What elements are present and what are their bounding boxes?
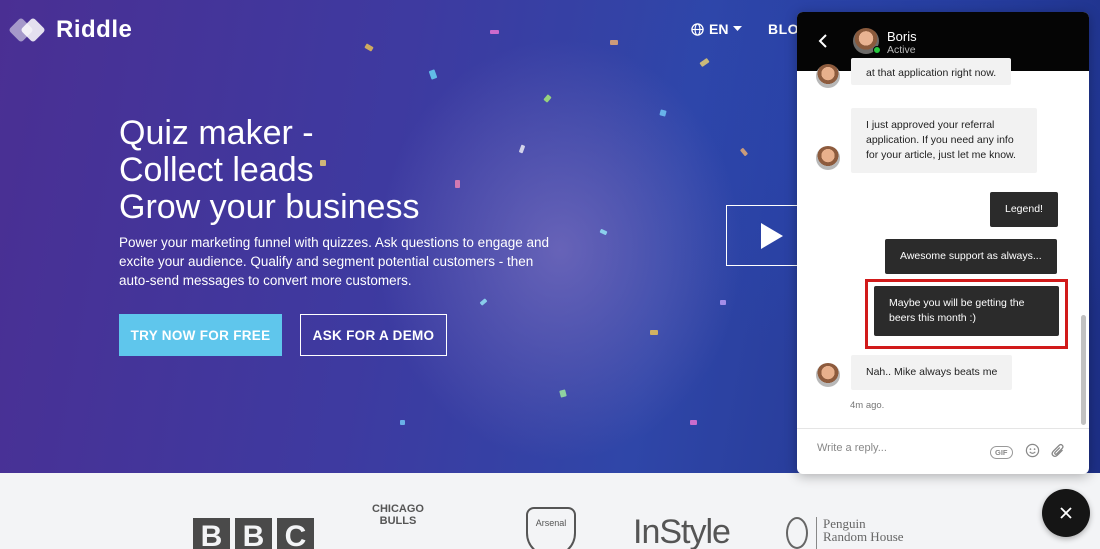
agent-message: at that application right now.: [851, 58, 1012, 85]
instyle-logo: InStyle: [633, 513, 731, 549]
active-status-dot: [873, 46, 881, 54]
composer-divider: [797, 428, 1089, 429]
penguin-icon: [786, 517, 808, 549]
confetti: [543, 94, 552, 103]
riddle-logo[interactable]: Riddle: [8, 16, 133, 44]
confetti: [490, 30, 499, 34]
client-logos-bar: B B C CHICAGO BULLS Arsenal InStyle Peng…: [0, 473, 1100, 549]
confetti: [559, 389, 567, 398]
agent-name: Boris: [887, 29, 917, 44]
bbc-letter: B: [235, 518, 272, 549]
user-message-highlighted: Maybe you will be getting the beers this…: [874, 286, 1059, 336]
bbc-logo: B B C: [193, 518, 314, 549]
emoji-icon[interactable]: [1025, 443, 1040, 458]
bulls-text: CHICAGO: [372, 503, 424, 515]
confetti: [659, 109, 667, 117]
hero-subtext: Power your marketing funnel with quizzes…: [119, 235, 550, 288]
close-chat-button[interactable]: [1042, 489, 1090, 537]
penguin-text-line: Random House: [823, 529, 904, 544]
chicago-bulls-logo: CHICAGO BULLS: [372, 503, 424, 527]
message-timestamp: 4m ago.: [850, 400, 885, 411]
confetti: [690, 420, 697, 425]
try-now-button[interactable]: TRY NOW FOR FREE: [119, 314, 282, 356]
confetti: [650, 330, 658, 335]
agent-message: I just approved your referral applicatio…: [851, 108, 1037, 173]
chat-scrollbar-thumb[interactable]: [1081, 315, 1086, 425]
ask-for-demo-button[interactable]: ASK FOR A DEMO: [300, 314, 447, 356]
arsenal-logo: Arsenal: [526, 507, 576, 549]
close-icon: [1060, 507, 1072, 519]
attachment-icon[interactable]: [1051, 443, 1065, 459]
agent-message-avatar: [816, 363, 840, 387]
agent-message-avatar: [816, 64, 840, 88]
gif-button[interactable]: GIF: [990, 446, 1013, 459]
confetti: [720, 300, 726, 305]
reply-input[interactable]: [817, 442, 977, 454]
confetti: [518, 144, 526, 154]
confetti: [599, 228, 608, 236]
agent-message: Nah.. Mike always beats me: [851, 355, 1013, 390]
agent-message-avatar: [816, 146, 840, 170]
play-icon: [761, 222, 783, 249]
confetti: [479, 298, 488, 306]
back-arrow-icon[interactable]: [818, 34, 827, 48]
confetti: [364, 43, 374, 52]
headline-line: Grow your business: [119, 188, 420, 226]
language-label: EN: [709, 21, 729, 37]
bbc-letter: B: [193, 518, 230, 549]
confetti: [400, 420, 405, 425]
user-message: Awesome support as always...: [885, 239, 1057, 274]
riddle-logo-icon: [8, 17, 48, 43]
chat-widget: Boris Active at that application right n…: [797, 12, 1089, 474]
bulls-text: BULLS: [379, 515, 417, 527]
confetti: [699, 57, 710, 68]
confetti: [739, 147, 749, 157]
penguin-wordmark: Penguin Random House: [816, 517, 904, 549]
arsenal-text: Arsenal: [535, 518, 567, 528]
headline-line: Collect leads: [119, 151, 314, 189]
user-message: Legend!: [990, 192, 1058, 227]
confetti: [428, 69, 438, 80]
agent-status: Active: [887, 44, 916, 56]
brand-name: Riddle: [56, 16, 133, 43]
headline-line: Quiz maker -: [119, 114, 314, 152]
globe-icon: [691, 22, 704, 36]
confetti: [610, 40, 618, 45]
confetti: [455, 180, 460, 188]
caret-down-icon: [733, 26, 743, 31]
bbc-letter: C: [277, 518, 314, 549]
hero-headline: Quiz maker - Collect leads Grow your bus…: [119, 115, 419, 226]
penguin-random-house-logo: Penguin Random House: [786, 517, 904, 549]
language-selector[interactable]: EN: [691, 21, 743, 37]
